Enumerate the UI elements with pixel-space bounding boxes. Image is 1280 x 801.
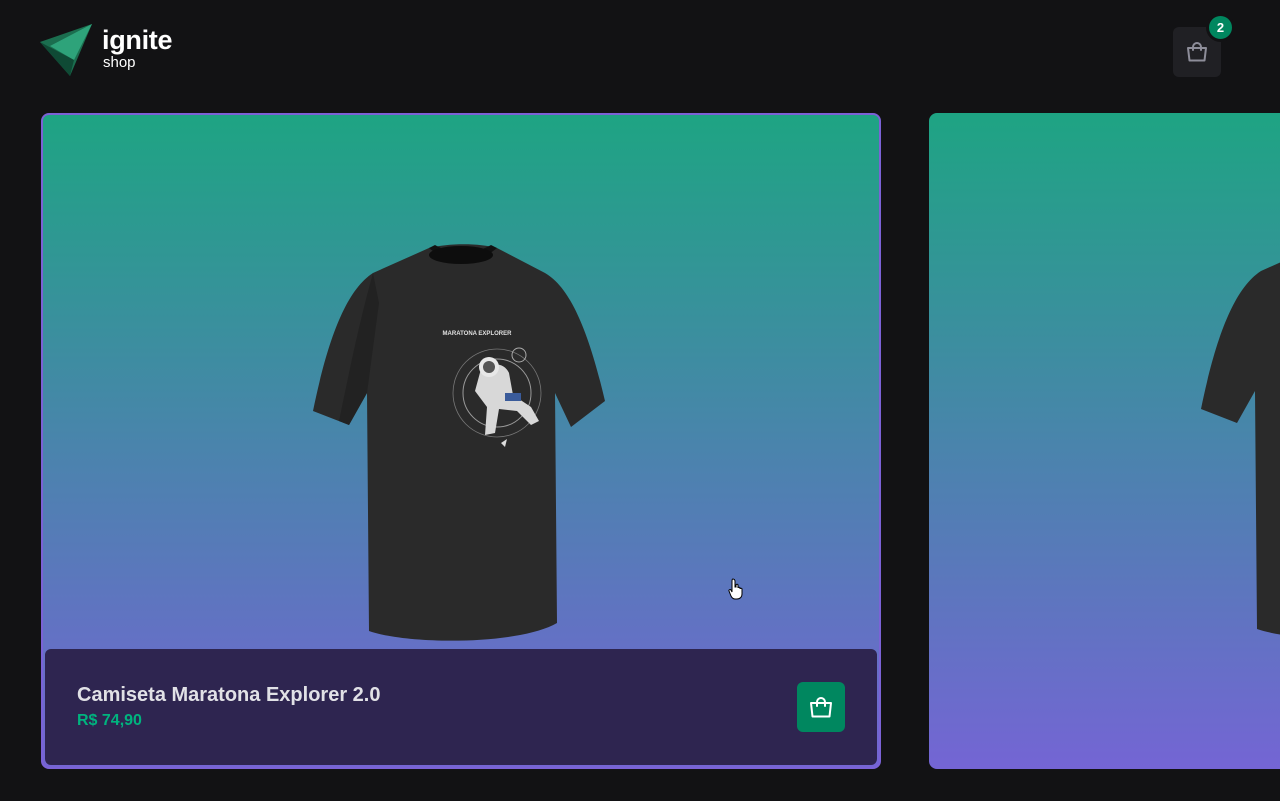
- shirt-print-text: MARATONA EXPLORER: [443, 331, 513, 337]
- product-price: R$ 74,90: [77, 712, 142, 729]
- brand-logo[interactable]: ignite shop: [40, 24, 180, 80]
- product-card-partial[interactable]: [929, 113, 1280, 769]
- product-info: Camiseta Maratona Explorer 2.0 R$ 74,90: [77, 682, 380, 732]
- tshirt-image: MARATONA EXPLORER: [313, 244, 605, 641]
- logo-text: ignite shop: [102, 24, 173, 71]
- top-header: ignite shop 2: [0, 0, 1280, 100]
- brand-tagline: shop: [103, 54, 136, 71]
- shopping-bag-icon: [810, 697, 832, 718]
- shopping-bag-icon: [1187, 42, 1207, 62]
- brand-name: ignite: [102, 25, 173, 55]
- triangle-logo-icon: [40, 24, 92, 76]
- add-to-cart-button[interactable]: [797, 682, 845, 732]
- product-card[interactable]: MARATONA EXPLORER Camiseta Maratona Expl…: [41, 113, 881, 769]
- cart-count-badge: 2: [1206, 13, 1235, 42]
- pointer-cursor-icon: [728, 578, 743, 600]
- product-name[interactable]: Camiseta Maratona Explorer 2.0: [77, 682, 380, 708]
- tshirt-image: [1201, 262, 1280, 635]
- product-footer: Camiseta Maratona Explorer 2.0 R$ 74,90: [45, 649, 877, 765]
